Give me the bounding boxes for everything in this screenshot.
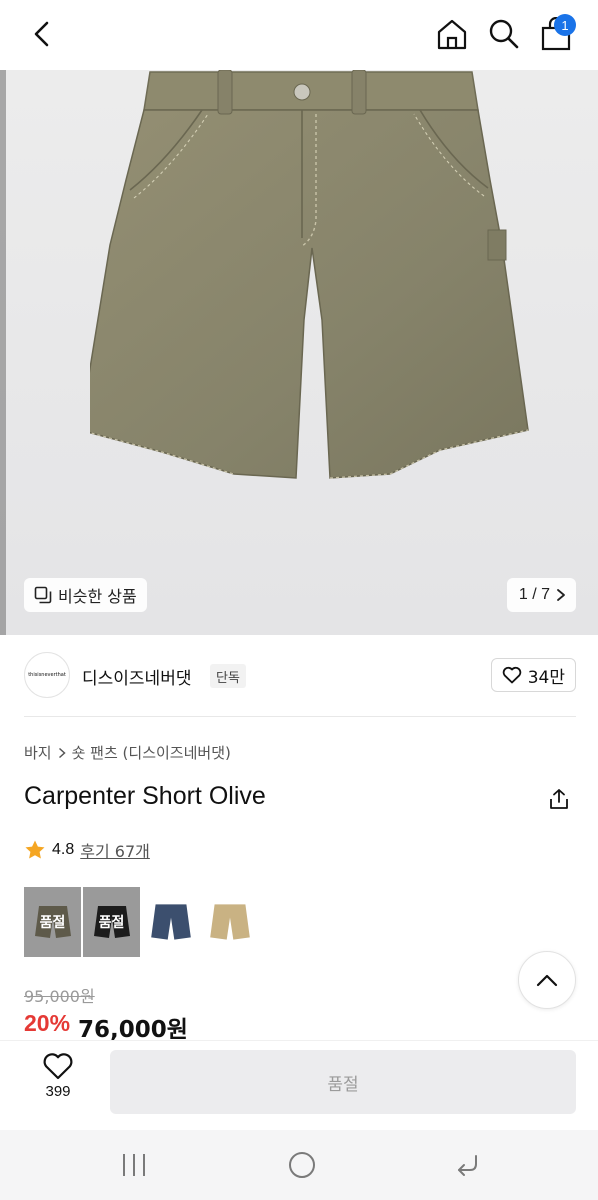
search-icon: [489, 19, 519, 49]
share-button[interactable]: [542, 782, 576, 816]
heart-icon: [43, 1053, 73, 1080]
breadcrumb-subcategory[interactable]: 숏 팬츠 (디스이즈네버댓): [72, 742, 231, 763]
breadcrumb: 바지 숏 팬츠 (디스이즈네버댓): [24, 742, 231, 763]
scroll-indicator: [0, 70, 6, 635]
chevron-right-icon: [557, 589, 565, 601]
brand-like-button[interactable]: 34만: [490, 658, 576, 692]
similar-products-label: 비슷한 상품: [58, 587, 137, 606]
color-swatches: 품절 품절: [24, 887, 258, 957]
recent-apps-button[interactable]: [112, 1148, 156, 1182]
scroll-to-top-button[interactable]: [518, 951, 576, 1009]
sold-out-button[interactable]: 품절: [110, 1050, 576, 1114]
swatch-beige[interactable]: [201, 887, 258, 957]
rating-row: 4.8 후기 67개: [24, 838, 150, 862]
sale-price-row: 20% 76,000원: [24, 1010, 188, 1040]
chevron-up-icon: [536, 974, 558, 987]
brand-row: thisisneverthat 디스이즈네버댓 단독 34만: [0, 652, 598, 702]
sold-out-label: 품절: [39, 915, 66, 931]
recent-apps-icon: [123, 1154, 145, 1176]
star-icon: [25, 840, 45, 859]
brand-like-count: 34만: [527, 667, 565, 688]
rating-score: 4.8: [52, 841, 75, 858]
top-bar: 1: [0, 0, 598, 70]
back-arrow-icon: [458, 1155, 477, 1176]
swatch-olive[interactable]: 품절: [24, 887, 81, 957]
search-button[interactable]: [484, 14, 524, 54]
brand-name[interactable]: 디스이즈네버댓: [82, 664, 191, 689]
brand-logo[interactable]: thisisneverthat: [24, 652, 70, 698]
heart-icon: [502, 666, 521, 684]
shorts-thumbnail: [150, 904, 191, 940]
chevron-left-icon: [34, 21, 49, 47]
original-price: 95,000원: [24, 987, 95, 1006]
swatch-black[interactable]: 품절: [83, 887, 140, 957]
home-circle-icon: [289, 1152, 315, 1178]
swatch-navy[interactable]: [142, 887, 199, 957]
sold-out-label: 품절: [98, 915, 125, 931]
back-nav-button[interactable]: [446, 1148, 490, 1182]
cart-button[interactable]: 1: [534, 14, 578, 54]
back-button[interactable]: [22, 16, 62, 52]
image-counter: 1 / 7: [518, 586, 550, 603]
exclusive-badge: 단독: [210, 664, 246, 688]
copy-icon: [34, 586, 52, 604]
divider: [24, 716, 576, 717]
breadcrumb-category[interactable]: 바지: [24, 742, 52, 763]
wishlist-button[interactable]: 399: [26, 1051, 90, 1115]
discount-rate: 20%: [24, 1010, 71, 1036]
purchase-bar: 399 품절: [0, 1040, 598, 1130]
sale-price: 76,000원: [78, 1017, 188, 1040]
brand-logo-text: thisisneverthat: [28, 672, 66, 678]
system-nav-bar: [0, 1130, 598, 1200]
product-title: Carpenter Short Olive: [24, 782, 266, 810]
wishlist-count: 399: [45, 1083, 71, 1100]
product-image: [90, 70, 529, 479]
chevron-right-icon: [58, 747, 66, 758]
home-nav-button[interactable]: [280, 1148, 324, 1182]
cart-count-badge: 1: [554, 14, 576, 36]
shorts-thumbnail: [209, 904, 250, 940]
image-counter-button[interactable]: 1 / 7: [506, 578, 576, 612]
reviews-link[interactable]: 후기 67개: [80, 838, 150, 862]
home-button[interactable]: [432, 14, 472, 54]
home-icon: [437, 19, 467, 50]
product-gallery[interactable]: 비슷한 상품 1 / 7: [0, 70, 598, 635]
share-icon: [550, 789, 568, 809]
similar-products-button[interactable]: 비슷한 상품: [24, 578, 147, 612]
